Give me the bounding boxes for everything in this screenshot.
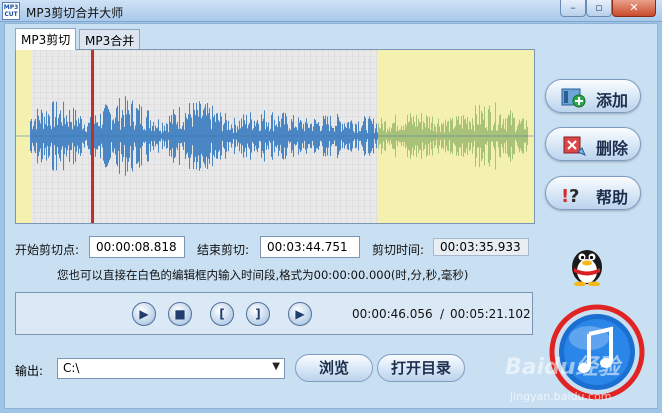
help-button[interactable]: ! ? 帮助 — [545, 176, 641, 210]
duration-label: 剪切时间: — [372, 243, 425, 257]
add-button[interactable]: 添加 — [545, 79, 641, 113]
help-button-label: 帮助 — [596, 188, 629, 207]
output-label: 输出: — [15, 364, 44, 378]
total-time: 00:05:21.102 — [450, 307, 531, 321]
play-selection-icon: ▶ — [295, 307, 305, 321]
current-time: 00:00:46.056 — [352, 307, 433, 321]
add-button-label: 添加 — [596, 91, 629, 110]
app-icon: MP3 CUT — [2, 2, 20, 20]
svg-text:!: ! — [561, 186, 569, 205]
end-time-input[interactable]: 00:03:44.751 — [260, 236, 360, 258]
title-bar: MP3 CUT MP3剪切合并大师 – ▫ ✕ — [0, 0, 662, 22]
maximize-icon: ▫ — [595, 1, 603, 14]
output-path-value: C:\ — [63, 361, 80, 375]
output-path-select[interactable]: C:\ ▼ — [57, 358, 285, 379]
close-icon: ✕ — [629, 1, 639, 14]
start-point-label: 开始剪切点: — [15, 243, 80, 257]
play-icon: ▶ — [139, 307, 149, 321]
play-button[interactable]: ▶ — [132, 302, 156, 326]
svg-text:?: ? — [569, 186, 579, 205]
duration-value: 00:03:35.933 — [433, 238, 529, 256]
watermark-url: jingyan.baidu.com — [510, 390, 612, 403]
add-file-icon — [561, 88, 586, 108]
end-point-label: 结束剪切: — [197, 243, 250, 257]
delete-button[interactable]: 删除 — [545, 127, 641, 161]
watermark-text: Baidu经验 — [505, 355, 620, 380]
unselected-region-left — [16, 50, 32, 223]
bracket-left-icon: [ — [219, 307, 225, 321]
maximize-button[interactable]: ▫ — [586, 0, 612, 17]
main-panel: MP3剪切 MP3合并 添加 删除 ! ? 帮助 开始剪切点: 00:00:08… — [4, 23, 658, 409]
player-panel: ▶ ■ [ ] ▶ 00:00:46.056 / 00:05:21.102 — [15, 292, 533, 335]
time-separator: / — [440, 307, 445, 321]
delete-file-icon — [563, 136, 586, 156]
minimize-button[interactable]: – — [560, 0, 586, 17]
minimize-icon: – — [570, 1, 576, 14]
tab-mp3-cut[interactable]: MP3剪切 — [15, 28, 77, 50]
stop-button[interactable]: ■ — [168, 302, 192, 326]
play-selection-button[interactable]: ▶ — [288, 302, 312, 326]
open-directory-button[interactable]: 打开目录 — [377, 354, 465, 382]
help-icon: ! ? — [561, 186, 579, 205]
mark-end-button[interactable]: ] — [246, 302, 270, 326]
browse-button[interactable]: 浏览 — [295, 354, 373, 382]
start-time-input[interactable]: 00:00:08.818 — [89, 236, 185, 258]
chevron-down-icon: ▼ — [272, 361, 280, 372]
tab-mp3-merge[interactable]: MP3合并 — [79, 29, 141, 49]
bracket-right-icon: ] — [255, 307, 261, 321]
close-button[interactable]: ✕ — [612, 0, 656, 17]
qq-penguin-icon[interactable] — [567, 242, 607, 286]
stop-icon: ■ — [174, 307, 186, 321]
waveform-editor[interactable] — [15, 49, 535, 224]
mark-start-button[interactable]: [ — [210, 302, 234, 326]
window-title: MP3剪切合并大师 — [26, 6, 124, 20]
delete-button-label: 删除 — [596, 139, 629, 158]
playhead-cursor — [91, 50, 94, 223]
format-hint: 您也可以直接在白色的编辑框内输入时间段,格式为00:00:00.000(时,分,… — [57, 268, 469, 282]
